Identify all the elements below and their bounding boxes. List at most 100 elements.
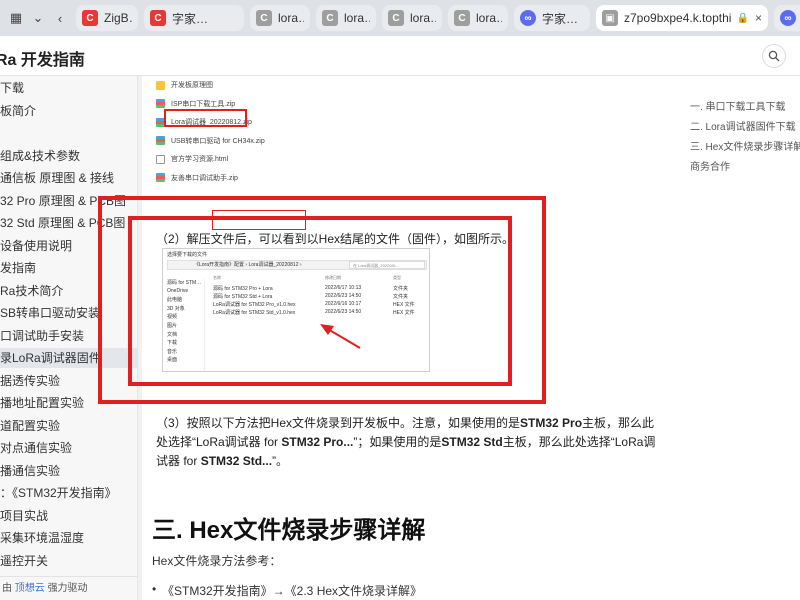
tab-favicon-icon: ∞ bbox=[520, 10, 536, 26]
toc-item[interactable]: 三. Hex文件烧录步骤详解 bbox=[690, 138, 800, 153]
close-tab-icon[interactable]: × bbox=[755, 11, 762, 25]
archive-icon bbox=[156, 136, 165, 145]
explorer-sidebar-item: 此电脑 bbox=[167, 297, 183, 304]
tab-controls: ▦ ⌄ ‹ bbox=[0, 0, 68, 36]
file-row: 开发板原理图 bbox=[156, 78, 213, 92]
explorer-cell: 文件夹 bbox=[393, 294, 409, 300]
toc-item[interactable]: 商务合作 bbox=[690, 158, 730, 173]
tab-favicon-icon: C bbox=[388, 10, 404, 26]
explorer-search-box: 在 Lora调试器_2022081... bbox=[349, 261, 425, 269]
tab-favicon-icon: ▣ bbox=[602, 10, 618, 26]
step3-text-1: （3）按照以下方法把Hex文件烧录到开发板中。注意，如果使用的是 bbox=[156, 416, 521, 430]
step2-text: （2）解压文件后，可以看到以Hex结尾的文件（固件），如图所示。 bbox=[156, 232, 515, 246]
reference-link[interactable]: 《STM32开发指南》→《2.3 Hex文件烧录详解》 bbox=[152, 582, 422, 599]
browser-tab[interactable]: Clora… bbox=[250, 5, 310, 31]
tab-title: ZigB… bbox=[104, 11, 132, 25]
tab-favicon-icon: C bbox=[454, 10, 470, 26]
tab-overview-icon[interactable]: ▦ bbox=[8, 10, 24, 26]
explorer-cell: 2022/6/23 14:50 bbox=[325, 293, 362, 299]
explorer-title: 选择要下载的文件 bbox=[167, 252, 208, 258]
doc-title: Ra 开发指南 bbox=[0, 52, 85, 69]
explorer-column-header: 修改日期 bbox=[325, 275, 341, 280]
browser-tab[interactable]: Clora… bbox=[316, 5, 376, 31]
file-name: 友善串口调试助手.zip bbox=[171, 174, 238, 182]
tab-title: lora… bbox=[410, 11, 436, 25]
browser-tab[interactable]: ▣ z7po9bxpe4.k.topthink.com 🔒 × bbox=[596, 5, 768, 31]
explorer-cell: LoRa调试器 for STM32 Pro_v1.0.hex bbox=[213, 302, 296, 308]
browser-tab[interactable]: C 字家… bbox=[144, 5, 244, 31]
tab-title: 字家… bbox=[542, 11, 579, 26]
explorer-sidebar-item: 下载 bbox=[167, 340, 178, 347]
browser-tab[interactable]: ∞ 字家… bbox=[514, 5, 590, 31]
explorer-sidebar-item: OneDrive bbox=[167, 287, 189, 294]
page-header: Ra 开发指南 bbox=[0, 36, 800, 76]
file-name: ISP串口下载工具.zip bbox=[171, 100, 236, 108]
file-name: 开发板原理图 bbox=[171, 82, 213, 89]
hex-files-highlight-box bbox=[212, 210, 306, 230]
explorer-sidebar-item: 图片 bbox=[167, 323, 178, 329]
step3-paragraph: （3）按照以下方法把Hex文件烧录到开发板中。注意，如果使用的是STM32 Pr… bbox=[156, 414, 666, 471]
browser-tab[interactable]: C ZigB… bbox=[76, 5, 138, 31]
sidebar-item[interactable]: ：《STM32开发指南》 bbox=[0, 483, 137, 503]
tab-favicon-icon: C bbox=[322, 10, 338, 26]
section-heading: 三. Hex文件烧录步骤详解 bbox=[152, 517, 426, 544]
explorer-cell: 源码 for STM32 Pro + Lora bbox=[213, 286, 273, 292]
tab-favicon-icon: ∞ bbox=[780, 10, 796, 26]
explorer-sidebar-item: 源码 for STM… bbox=[167, 280, 202, 286]
tab-favicon-icon: C bbox=[256, 10, 272, 26]
sidebar-item[interactable]: 遥控开关 bbox=[0, 551, 137, 571]
sidebar-item[interactable]: 组成&技术参数 bbox=[0, 146, 137, 166]
step3-bold-3: STM32 Std bbox=[441, 435, 503, 449]
step3-bold-1: STM32 Pro bbox=[520, 416, 583, 430]
file-row: 友善串口调试助手.zip bbox=[156, 171, 238, 185]
step3-bold-2: STM32 Pro... bbox=[281, 435, 354, 449]
explorer-cell: 2022/6/16 10:17 bbox=[325, 301, 362, 307]
explorer-column-header: 类型 bbox=[393, 275, 401, 280]
browser-tab-bar: ▦ ⌄ ‹ CZigB…C字家…Clora…Clora…Clora…Clora…… bbox=[0, 0, 800, 36]
document-icon bbox=[156, 154, 165, 164]
footer-brand-link[interactable]: 顶想云 bbox=[15, 583, 45, 594]
step3-text-3: ”；如果使用的是 bbox=[353, 435, 442, 449]
sidebar-item[interactable]: 项目实战 bbox=[0, 506, 137, 526]
back-icon[interactable]: ‹ bbox=[52, 11, 68, 26]
file-highlight-box bbox=[164, 109, 247, 127]
archive-icon bbox=[156, 173, 165, 182]
archive-icon bbox=[156, 99, 165, 108]
chevron-down-icon[interactable]: ⌄ bbox=[30, 10, 46, 26]
search-button[interactable] bbox=[762, 44, 786, 68]
file-explorer-screenshot: 选择要下载的文件 《Lora开发指南》配置 › Lora调试器_20220812… bbox=[162, 248, 430, 372]
file-name: 官方学习资源.html bbox=[171, 156, 229, 163]
footer-prefix: 由 bbox=[2, 583, 12, 594]
sidebar-item[interactable]: 对点通信实验 bbox=[0, 438, 137, 458]
tab-title: 字家… bbox=[172, 11, 209, 26]
explorer-sidebar: 源码 for STM… OneDrive 此电脑 3D 对象 视频 图片 文档 下载 音乐 桌面 bbox=[165, 279, 205, 371]
search-icon bbox=[768, 50, 780, 62]
step3-bold-4: STM32 Std... bbox=[200, 454, 273, 468]
tab-title: lora… bbox=[344, 11, 370, 25]
sidebar-item[interactable]: 采集环境温湿度 bbox=[0, 528, 137, 548]
explorer-cell: 源码 for STM32 Std + Lora bbox=[213, 294, 273, 300]
step3-text-5: ”。 bbox=[272, 454, 289, 468]
explorer-sidebar-item: 3D 对象 bbox=[167, 305, 185, 312]
sidebar-item[interactable]: 播通信实验 bbox=[0, 461, 137, 481]
browser-tab[interactable]: ∞课程… bbox=[774, 5, 800, 31]
tab-favicon-icon: C bbox=[150, 10, 166, 26]
sidebar-item[interactable]: 板简介 bbox=[0, 101, 137, 121]
sidebar-item[interactable]: 下载 bbox=[0, 78, 137, 98]
sidebar-item[interactable]: 道配置实验 bbox=[0, 416, 137, 436]
sidebar-item[interactable] bbox=[0, 123, 137, 143]
tab-title: lora… bbox=[278, 11, 304, 25]
explorer-column-header: 名称 bbox=[213, 275, 221, 280]
tab-title: lora… bbox=[476, 11, 502, 25]
explorer-cell: HEX 文件 bbox=[393, 302, 415, 308]
explorer-sidebar-item: 文档 bbox=[167, 331, 178, 338]
explorer-cell: 2022/6/17 10:13 bbox=[325, 285, 362, 291]
explorer-cell: 文件夹 bbox=[393, 286, 409, 292]
explorer-sidebar-item: 视频 bbox=[167, 314, 178, 321]
toc-item[interactable]: 二. Lora调试器固件下载 bbox=[690, 118, 796, 133]
browser-tab[interactable]: Clora… bbox=[382, 5, 442, 31]
sidebar-item[interactable]: 通信板 原理图 & 接线 bbox=[0, 168, 137, 188]
toc-item[interactable]: 一. 串口下载工具下载 bbox=[690, 98, 786, 113]
browser-tab[interactable]: Clora… bbox=[448, 5, 508, 31]
tab-title: z7po9bxpe4.k.topthink.com bbox=[624, 11, 731, 25]
